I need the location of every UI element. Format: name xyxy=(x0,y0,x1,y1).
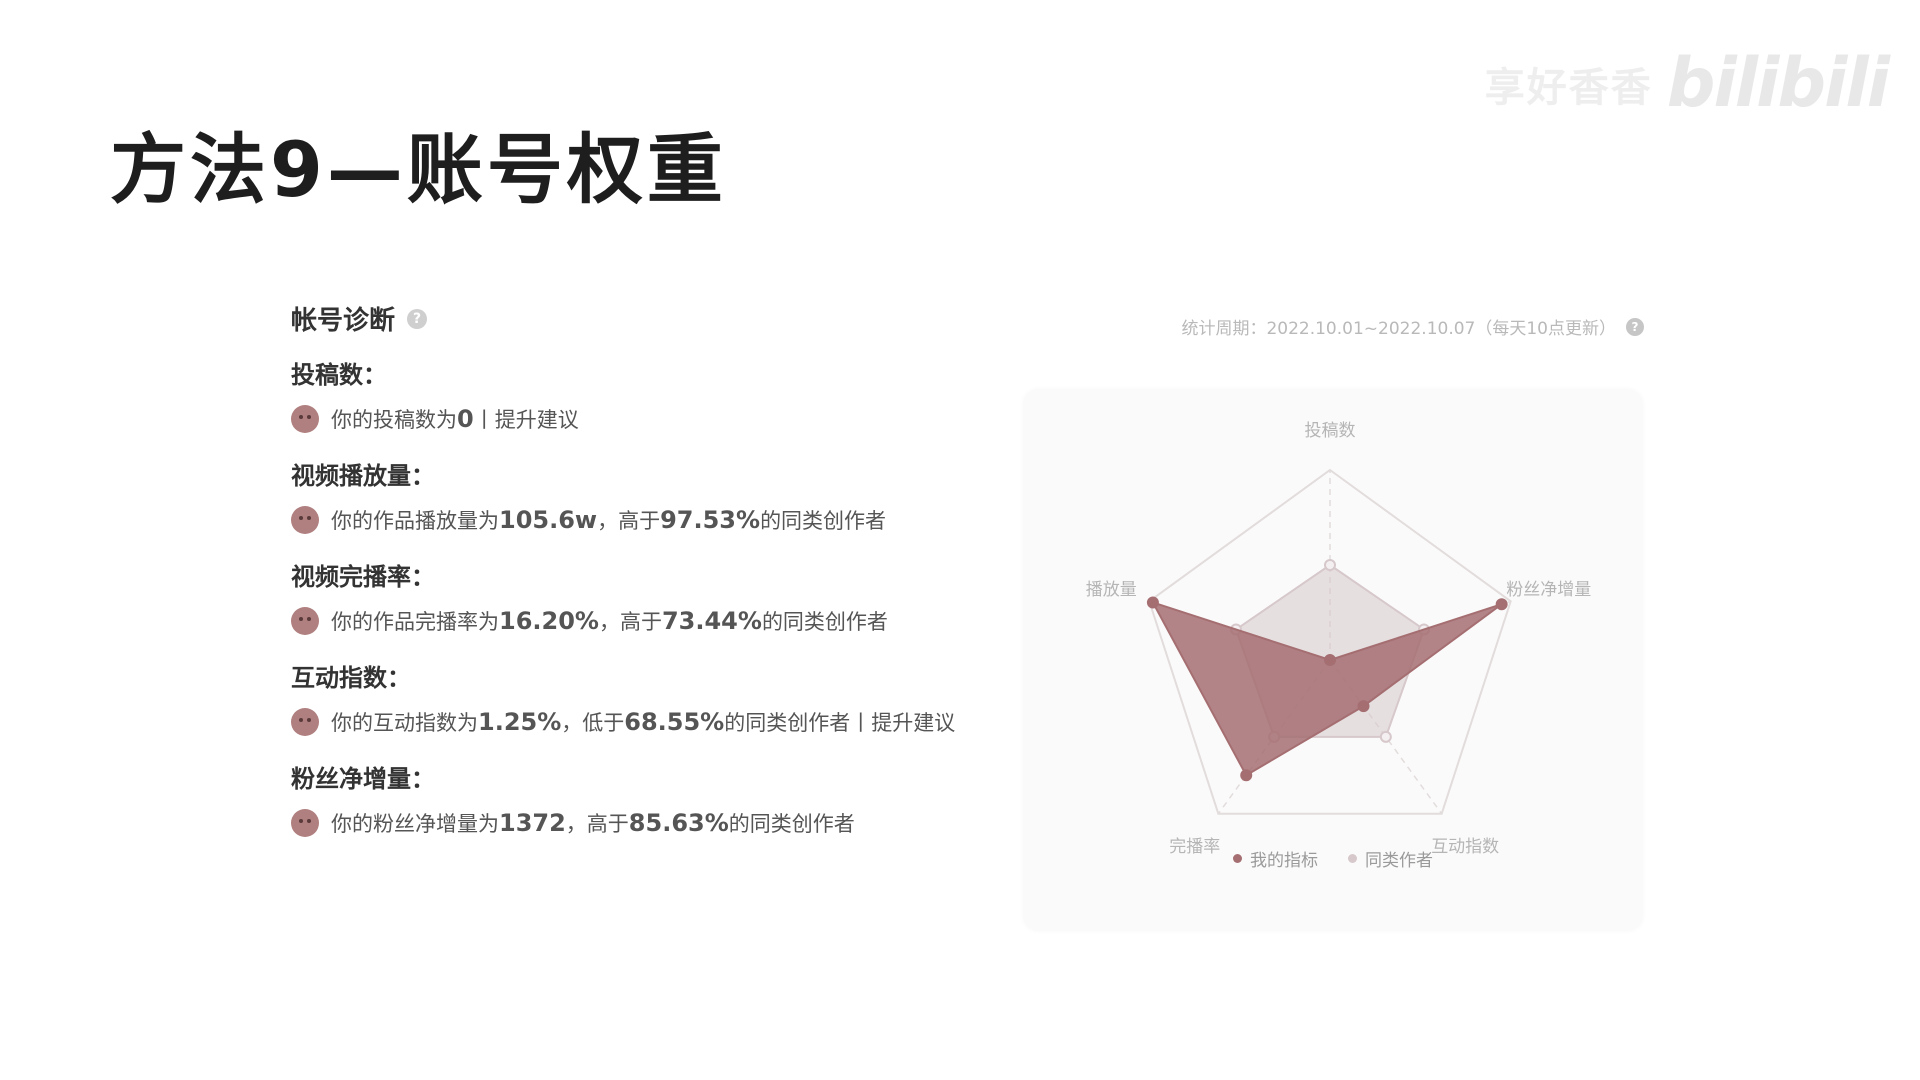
bilibili-logo: bilibili xyxy=(1666,44,1890,123)
radar-point xyxy=(1357,700,1370,713)
radar-chart-panel: 投稿数 粉丝净增量 互动指数 完播率 播放量 我的指标 同类作者 xyxy=(1024,390,1642,930)
face-icon xyxy=(291,506,319,534)
metric-line: 你的作品完播率为16.20%，高于73.44%的同类创作者 xyxy=(291,606,1031,636)
radar-point xyxy=(1324,559,1336,571)
face-icon xyxy=(291,708,319,736)
metric-value: 105.6w xyxy=(499,506,598,534)
metric-interaction: 互动指数： 你的互动指数为1.25%，低于68.55%的同类创作者丨提升建议 xyxy=(291,658,1031,737)
metric-completion: 视频完播率： 你的作品完播率为16.20%，高于73.44%的同类创作者 xyxy=(291,557,1031,636)
metric-text: 你的互动指数为1.25%，低于68.55%的同类创作者丨提升建议 xyxy=(331,707,955,737)
radar-axis-label: 投稿数 xyxy=(1305,421,1356,441)
metric-post: 的同类创作者 xyxy=(728,812,855,836)
chart-legend: 我的指标 同类作者 xyxy=(1024,846,1642,871)
metric-label: 视频完播率： xyxy=(291,563,435,591)
metric-percent: 68.55% xyxy=(624,708,725,736)
metric-line: 你的投稿数为0丨提升建议 xyxy=(291,404,1031,434)
metric-value: 16.20% xyxy=(499,607,599,635)
slide-title: 方法9—账号权重 xyxy=(110,125,727,214)
account-diagnosis-panel: 帐号诊断 ? 投稿数： 你的投稿数为0丨提升建议 视频播放量： 你的作品播放量为… xyxy=(291,300,1031,860)
face-icon xyxy=(291,607,319,635)
metric-text: 你的投稿数为0丨提升建议 xyxy=(331,404,579,434)
face-icon xyxy=(291,405,319,433)
radar-axis-label: 播放量 xyxy=(1086,580,1137,600)
radar-axis-label: 粉丝净增量 xyxy=(1506,580,1591,600)
watermark: 享好香香 bilibili xyxy=(1484,44,1890,123)
metric-pre: 你的作品完播率为 xyxy=(331,610,499,634)
metric-value: 1.25% xyxy=(478,708,562,736)
radar-point xyxy=(1146,596,1159,609)
metric-pre: 你的作品播放量为 xyxy=(331,509,499,533)
metric-value: 0 xyxy=(457,405,474,433)
radar-point xyxy=(1495,598,1508,611)
metric-label: 视频播放量： xyxy=(291,462,435,490)
face-icon xyxy=(291,809,319,837)
legend-item-peers[interactable]: 同类作者 xyxy=(1348,846,1433,871)
improve-suggestion-link[interactable]: 的同类创作者丨提升建议 xyxy=(724,711,955,735)
diagnosis-title: 帐号诊断 xyxy=(291,306,396,336)
metric-pre: 你的投稿数为 xyxy=(331,408,457,432)
metric-mid: ，高于 xyxy=(597,509,661,533)
metric-mid: ，高于 xyxy=(565,812,629,836)
metric-line: 你的互动指数为1.25%，低于68.55%的同类创作者丨提升建议 xyxy=(291,707,1031,737)
metric-followers: 粉丝净增量： 你的粉丝净增量为1372，高于85.63%的同类创作者 xyxy=(291,759,1031,838)
period-text: 统计周期：2022.10.01~2022.10.07（每天10点更新） xyxy=(1181,319,1616,339)
improve-suggestion-link[interactable]: 丨提升建议 xyxy=(474,408,579,432)
help-circle-icon[interactable]: ? xyxy=(1626,317,1644,336)
metric-mid: ，低于 xyxy=(561,711,625,735)
metric-label: 互动指数： xyxy=(291,664,411,692)
metric-mid: ，高于 xyxy=(598,610,662,634)
legend-dot xyxy=(1348,854,1357,863)
metric-pre: 你的互动指数为 xyxy=(331,711,478,735)
metric-line: 你的作品播放量为105.6w，高于97.53%的同类创作者 xyxy=(291,505,1031,535)
metric-text: 你的粉丝净增量为1372，高于85.63%的同类创作者 xyxy=(331,808,855,838)
help-circle-icon[interactable]: ? xyxy=(407,308,428,329)
metric-submissions: 投稿数： 你的投稿数为0丨提升建议 xyxy=(291,355,1031,434)
metric-post: 的同类创作者 xyxy=(761,610,888,634)
metric-text: 你的作品播放量为105.6w，高于97.53%的同类创作者 xyxy=(331,505,886,535)
watermark-text: 享好香香 xyxy=(1484,64,1653,111)
radar-point xyxy=(1324,654,1336,666)
metric-pre: 你的粉丝净增量为 xyxy=(331,812,499,836)
metric-text: 你的作品完播率为16.20%，高于73.44%的同类创作者 xyxy=(331,606,888,636)
diagnosis-header: 帐号诊断 ? xyxy=(291,300,1031,337)
metric-percent: 97.53% xyxy=(660,506,761,534)
metric-percent: 85.63% xyxy=(628,809,729,837)
metric-line: 你的粉丝净增量为1372，高于85.63%的同类创作者 xyxy=(291,808,1031,838)
legend-item-mine[interactable]: 我的指标 xyxy=(1233,846,1318,871)
metric-label: 粉丝净增量： xyxy=(291,765,435,793)
metric-plays: 视频播放量： 你的作品播放量为105.6w，高于97.53%的同类创作者 xyxy=(291,456,1031,535)
metric-percent: 73.44% xyxy=(661,607,762,635)
metric-post: 的同类创作者 xyxy=(760,509,887,533)
legend-label: 我的指标 xyxy=(1250,851,1318,871)
radar-point xyxy=(1379,730,1392,743)
legend-dot xyxy=(1233,854,1242,863)
stat-period: 统计周期：2022.10.01~2022.10.07（每天10点更新） ? xyxy=(1181,314,1644,339)
metric-value: 1372 xyxy=(499,809,566,837)
legend-label: 同类作者 xyxy=(1365,851,1433,871)
radar-point xyxy=(1240,769,1253,782)
metric-label: 投稿数： xyxy=(291,361,387,389)
